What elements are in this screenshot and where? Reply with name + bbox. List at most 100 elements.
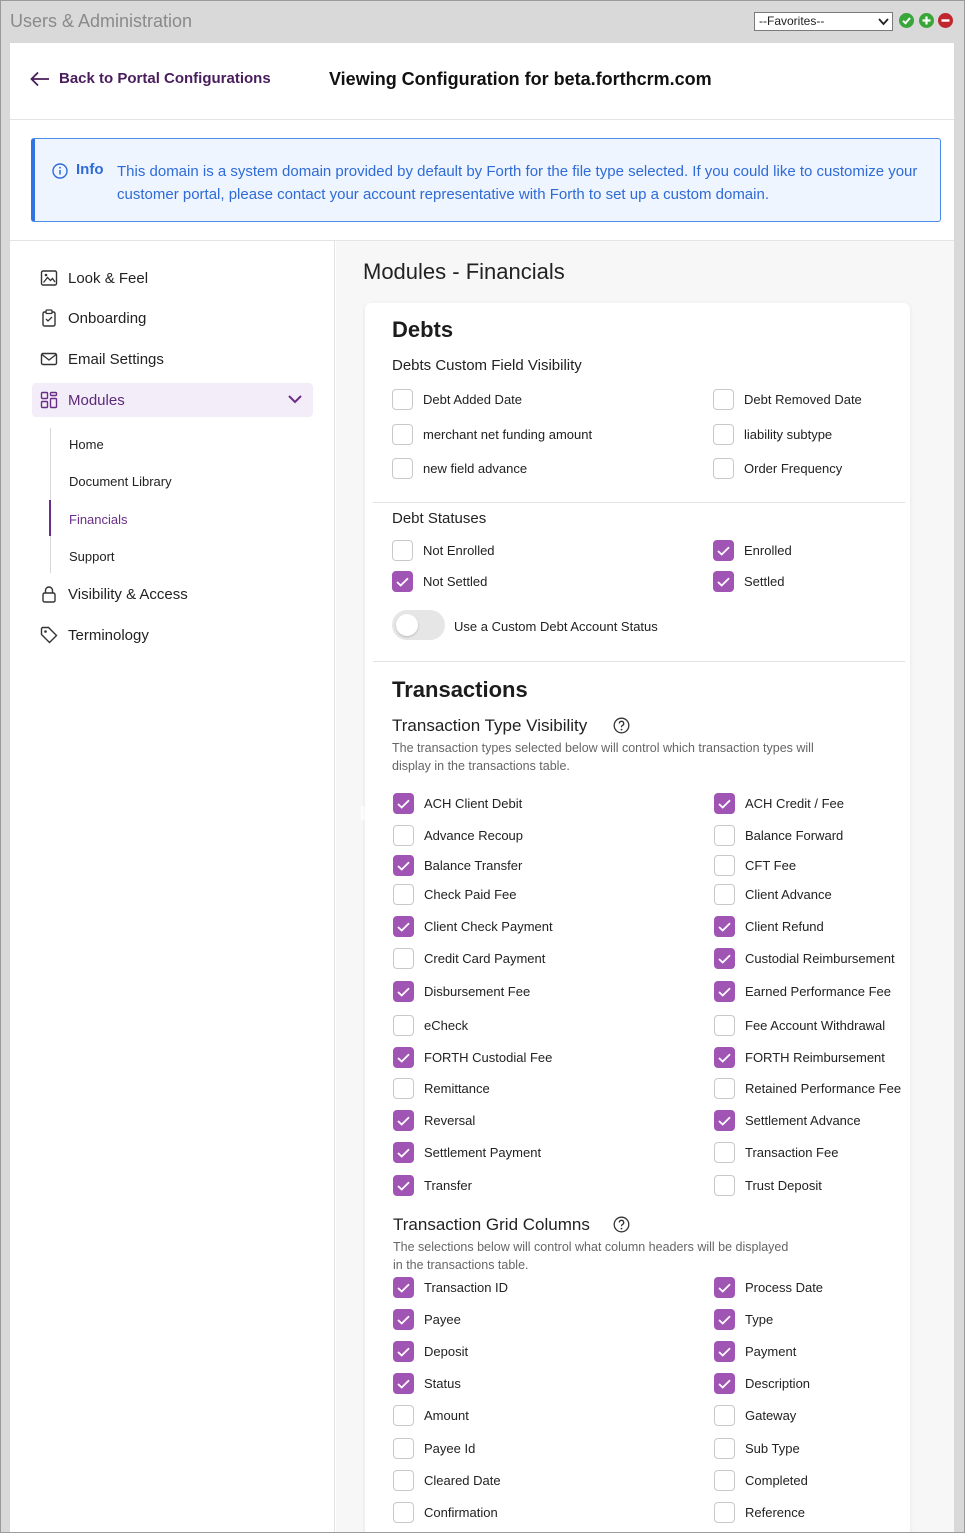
checked-box-icon[interactable] <box>393 916 414 937</box>
checkbox-trust-deposit[interactable]: Trust Deposit <box>714 1175 822 1196</box>
checkbox-sub-type[interactable]: Sub Type <box>714 1438 800 1459</box>
checkbox-transaction-id[interactable]: Transaction ID <box>393 1277 508 1298</box>
unchecked-box-icon[interactable] <box>393 884 414 905</box>
checked-box-icon[interactable] <box>393 1373 414 1394</box>
checkbox-settled[interactable]: Settled <box>713 571 784 592</box>
sidebar-item-terminology[interactable]: Terminology <box>32 618 313 652</box>
custom-debt-status-toggle[interactable] <box>392 610 445 640</box>
checked-box-icon[interactable] <box>713 540 734 561</box>
checked-box-icon[interactable] <box>393 981 414 1002</box>
checkbox-custodial-reimbursement[interactable]: Custodial Reimbursement <box>714 948 895 969</box>
unchecked-box-icon[interactable] <box>393 1502 414 1523</box>
checked-box-icon[interactable] <box>393 793 414 814</box>
checkbox-advance-recoup[interactable]: Advance Recoup <box>393 825 523 846</box>
checkbox-cft-fee[interactable]: CFT Fee <box>714 855 796 876</box>
checked-box-icon[interactable] <box>392 571 413 592</box>
checkbox-not-settled[interactable]: Not Settled <box>392 571 487 592</box>
checkbox-debt-removed-date[interactable]: Debt Removed Date <box>713 389 862 410</box>
checkbox-deposit[interactable]: Deposit <box>393 1341 468 1362</box>
checkbox-forth-custodial-fee[interactable]: FORTH Custodial Fee <box>393 1047 552 1068</box>
checkbox-payment[interactable]: Payment <box>714 1341 796 1362</box>
help-icon[interactable] <box>613 1216 630 1233</box>
checkbox-type[interactable]: Type <box>714 1309 773 1330</box>
checked-box-icon[interactable] <box>714 1309 735 1330</box>
add-icon[interactable] <box>919 13 934 28</box>
checkbox-gateway[interactable]: Gateway <box>714 1405 796 1426</box>
checkbox-client-advance[interactable]: Client Advance <box>714 884 832 905</box>
checkbox-balance-transfer[interactable]: Balance Transfer <box>393 855 522 876</box>
checkbox-balance-forward[interactable]: Balance Forward <box>714 825 843 846</box>
submenu-item-financials[interactable]: Financials <box>69 512 128 527</box>
checkbox-amount[interactable]: Amount <box>393 1405 469 1426</box>
back-to-portal-configurations-link[interactable]: Back to Portal Configurations <box>30 70 271 87</box>
checkbox-ach-client-debit[interactable]: ACH Client Debit <box>393 793 522 814</box>
checkbox-description[interactable]: Description <box>714 1373 810 1394</box>
checkbox-liability-subtype[interactable]: liability subtype <box>713 424 832 445</box>
remove-icon[interactable] <box>938 13 953 28</box>
checkbox-reversal[interactable]: Reversal <box>393 1110 475 1131</box>
sidebar-item-visibility-access[interactable]: Visibility & Access <box>32 577 313 611</box>
checkbox-ach-credit-fee[interactable]: ACH Credit / Fee <box>714 793 844 814</box>
unchecked-box-icon[interactable] <box>714 1405 735 1426</box>
checked-box-icon[interactable] <box>714 793 735 814</box>
checkbox-order-frequency[interactable]: Order Frequency <box>713 458 842 479</box>
unchecked-box-icon[interactable] <box>714 1470 735 1491</box>
checkbox-check-paid-fee[interactable]: Check Paid Fee <box>393 884 517 905</box>
checkbox-enrolled[interactable]: Enrolled <box>713 540 792 561</box>
checked-box-icon[interactable] <box>393 1341 414 1362</box>
sidebar-item-onboarding[interactable]: Onboarding <box>32 301 313 335</box>
checked-box-icon[interactable] <box>714 1110 735 1131</box>
checked-box-icon[interactable] <box>714 981 735 1002</box>
checkbox-transaction-fee[interactable]: Transaction Fee <box>714 1142 838 1163</box>
unchecked-box-icon[interactable] <box>713 424 734 445</box>
checked-box-icon[interactable] <box>393 1309 414 1330</box>
unchecked-box-icon[interactable] <box>714 1015 735 1036</box>
checkbox-payee-id[interactable]: Payee Id <box>393 1438 475 1459</box>
confirm-icon[interactable] <box>899 13 914 28</box>
checked-box-icon[interactable] <box>714 1373 735 1394</box>
checked-box-icon[interactable] <box>714 1341 735 1362</box>
checked-box-icon[interactable] <box>714 916 735 937</box>
unchecked-box-icon[interactable] <box>392 458 413 479</box>
unchecked-box-icon[interactable] <box>392 540 413 561</box>
checkbox-new-field-advance[interactable]: new field advance <box>392 458 527 479</box>
checked-box-icon[interactable] <box>393 1277 414 1298</box>
chevron-down-icon[interactable] <box>287 393 303 405</box>
checkbox-fee-account-withdrawal[interactable]: Fee Account Withdrawal <box>714 1015 885 1036</box>
unchecked-box-icon[interactable] <box>714 884 735 905</box>
sidebar-item-look-and-feel[interactable]: Look & Feel <box>32 261 313 295</box>
checkbox-debt-added-date[interactable]: Debt Added Date <box>392 389 522 410</box>
submenu-item-document-library[interactable]: Document Library <box>69 474 172 489</box>
unchecked-box-icon[interactable] <box>713 389 734 410</box>
unchecked-box-icon[interactable] <box>393 1438 414 1459</box>
checkbox-status[interactable]: Status <box>393 1373 461 1394</box>
unchecked-box-icon[interactable] <box>392 389 413 410</box>
unchecked-box-icon[interactable] <box>393 1015 414 1036</box>
unchecked-box-icon[interactable] <box>393 825 414 846</box>
checkbox-client-refund[interactable]: Client Refund <box>714 916 824 937</box>
checked-box-icon[interactable] <box>393 1047 414 1068</box>
checked-box-icon[interactable] <box>393 1110 414 1131</box>
help-icon[interactable] <box>613 717 630 734</box>
checkbox-reference[interactable]: Reference <box>714 1502 805 1523</box>
checkbox-settlement-payment[interactable]: Settlement Payment <box>393 1142 541 1163</box>
checkbox-transfer[interactable]: Transfer <box>393 1175 472 1196</box>
checkbox-process-date[interactable]: Process Date <box>714 1277 823 1298</box>
checkbox-client-check-payment[interactable]: Client Check Payment <box>393 916 553 937</box>
checkbox-payee[interactable]: Payee <box>393 1309 461 1330</box>
unchecked-box-icon[interactable] <box>393 1405 414 1426</box>
checkbox-completed[interactable]: Completed <box>714 1470 808 1491</box>
checkbox-remittance[interactable]: Remittance <box>393 1078 490 1099</box>
checked-box-icon[interactable] <box>714 1277 735 1298</box>
unchecked-box-icon[interactable] <box>393 1470 414 1491</box>
unchecked-box-icon[interactable] <box>392 424 413 445</box>
checkbox-disbursement-fee[interactable]: Disbursement Fee <box>393 981 530 1002</box>
checkbox-merchant-net-funding-amount[interactable]: merchant net funding amount <box>392 424 592 445</box>
checkbox-credit-card-payment[interactable]: Credit Card Payment <box>393 948 545 969</box>
checked-box-icon[interactable] <box>393 855 414 876</box>
unchecked-box-icon[interactable] <box>714 1142 735 1163</box>
checked-box-icon[interactable] <box>714 948 735 969</box>
checkbox-earned-performance-fee[interactable]: Earned Performance Fee <box>714 981 891 1002</box>
unchecked-box-icon[interactable] <box>714 1502 735 1523</box>
checked-box-icon[interactable] <box>713 571 734 592</box>
